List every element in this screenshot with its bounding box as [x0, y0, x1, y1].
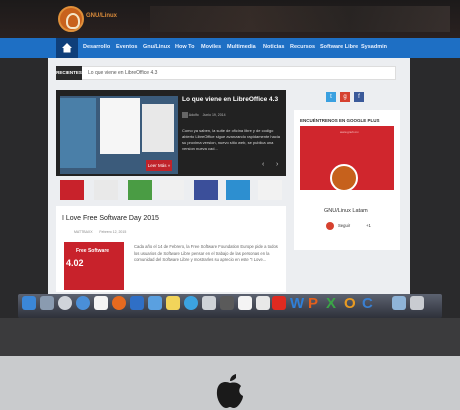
firefox-icon[interactable] — [112, 296, 126, 310]
nav-item-desarrollo[interactable]: Desarrollo — [83, 44, 110, 50]
slide-image-sidebar — [60, 98, 96, 168]
terminal-icon[interactable] — [220, 296, 234, 310]
downloads-folder-icon[interactable] — [392, 296, 406, 310]
system-preferences-icon[interactable] — [148, 296, 162, 310]
nav-item-gnu-linux[interactable]: Gnu/Linux — [143, 44, 170, 50]
post-author[interactable]: MATTBAXX — [74, 230, 93, 234]
trash-icon[interactable] — [410, 296, 424, 310]
post-date: Febrero 12, 2015 — [99, 230, 127, 234]
header-background — [150, 6, 450, 32]
launchpad-icon[interactable] — [40, 296, 54, 310]
post-excerpt: Cada año el 14 de Febrero, la Free Softw… — [134, 244, 278, 262]
safari-icon[interactable] — [58, 296, 72, 310]
recent-link[interactable]: Lo que viene en LibreOffice 4.3 — [88, 70, 157, 76]
monitor-bezel — [0, 318, 460, 356]
nav-item-software-libre[interactable]: Software Libre — [320, 44, 358, 50]
widget-avatar[interactable] — [330, 164, 358, 192]
notes-icon[interactable] — [166, 296, 180, 310]
powerpoint-icon[interactable]: P — [308, 295, 318, 312]
slide-author[interactable]: Adolfo — [189, 113, 199, 117]
site-logo-icon[interactable] — [58, 6, 84, 32]
slider-thumbnail[interactable] — [94, 180, 118, 200]
widget-cover-url: www.gnuh.mx — [340, 130, 359, 134]
onenote-icon[interactable]: C — [362, 295, 373, 312]
slider-prev-arrow-icon[interactable]: ‹ — [262, 161, 264, 168]
nav-item-sysadmin[interactable]: Sysadmin — [361, 44, 387, 50]
home-button[interactable] — [56, 38, 78, 58]
slide-excerpt: Como ya saben, la suite de oficina libre… — [182, 128, 280, 151]
excel-icon[interactable]: X — [326, 295, 336, 312]
google-plus-follow-icon — [326, 222, 334, 230]
slider-thumbnail[interactable] — [194, 180, 218, 200]
outlook-icon[interactable]: O — [344, 295, 356, 312]
google-plus-icon[interactable]: g — [340, 92, 350, 102]
messages-icon[interactable] — [184, 296, 198, 310]
read-more-button[interactable]: Leer Más » — [146, 160, 172, 171]
app-store-icon[interactable] — [76, 296, 90, 310]
photos-icon[interactable] — [238, 296, 252, 310]
facebook-icon[interactable]: f — [354, 92, 364, 102]
widget-page-name[interactable]: GNU/Linux Latam — [324, 208, 368, 214]
slider-next-arrow-icon[interactable]: › — [276, 161, 278, 168]
pdf-viewer-icon[interactable] — [256, 296, 270, 310]
recent-label: RECIENTES — [56, 66, 82, 80]
nav-item-eventos[interactable]: Eventos — [116, 44, 137, 50]
nav-item-recursos[interactable]: Recursos — [290, 44, 315, 50]
post-image-title: Free Software — [76, 248, 110, 254]
contacts-icon[interactable] — [94, 296, 108, 310]
slide-image-document — [100, 98, 140, 154]
follow-button[interactable]: Seguir — [338, 223, 350, 228]
post-title[interactable]: I Love Free Software Day 2015 — [62, 215, 159, 222]
finder-icon[interactable] — [22, 296, 36, 310]
nav-item-moviles[interactable]: Moviles — [201, 44, 221, 50]
slide-title[interactable]: Lo que viene en LibreOffice 4.3 — [182, 96, 278, 103]
apple-logo-icon — [216, 374, 243, 408]
nav-item-how-to[interactable]: How To — [175, 44, 194, 50]
plus-one-button[interactable]: +1 — [366, 223, 371, 228]
word-icon[interactable]: W — [290, 295, 304, 312]
author-avatar — [182, 112, 188, 118]
slider-thumbnail[interactable] — [60, 180, 84, 200]
slider-thumbnail[interactable] — [258, 180, 282, 200]
slider-thumbnail[interactable] — [160, 180, 184, 200]
post-image-version: 4.02 — [66, 258, 84, 268]
slide-image-document-2 — [142, 104, 174, 152]
slide-meta: Adolfo Junio 19, 2014 — [182, 112, 226, 118]
slider-thumbnail[interactable] — [226, 180, 250, 200]
nav-item-multimedia[interactable]: Multimedia — [227, 44, 256, 50]
home-icon — [62, 43, 72, 53]
mail-icon[interactable] — [130, 296, 144, 310]
preview-icon[interactable] — [202, 296, 216, 310]
slider-thumbnail[interactable] — [128, 180, 152, 200]
twitter-icon[interactable]: t — [326, 92, 336, 102]
post-meta: MATTBAXX Febrero 12, 2015 — [74, 230, 126, 234]
widget-heading: ENCUÉNTRENOS EN GOOGLE PLUS — [300, 118, 380, 123]
slide-date: Junio 19, 2014 — [202, 112, 226, 117]
nav-item-noticias[interactable]: Noticias — [263, 44, 284, 50]
acrobat-icon[interactable] — [272, 296, 286, 310]
site-logo-text: GNU/Linux — [86, 13, 117, 19]
